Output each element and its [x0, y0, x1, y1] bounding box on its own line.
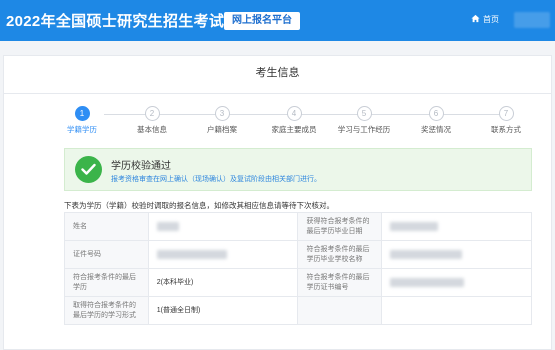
step-label: 联系方式 [491, 125, 521, 134]
name-label: 姓名 [64, 212, 149, 241]
step-label: 学籍学历 [67, 125, 97, 134]
step-number: 3 [214, 106, 230, 121]
step-number: 1 [74, 106, 90, 121]
table-intro-text: 下表为学历（学籍）校验时调取的报名信息，如修改其相应信息请等待下次核对。 [64, 201, 334, 210]
redacted-value [390, 277, 465, 287]
step-number: 4 [286, 106, 302, 121]
step-label: 户籍档案 [207, 125, 237, 134]
platform-badge: 网上报名平台 [224, 12, 300, 30]
step-5[interactable]: 5 学习与工作经历 [334, 106, 394, 135]
table-row: 姓名 获得符合报考条件的最后学历毕业日期 [64, 212, 532, 241]
step-number: 7 [498, 106, 514, 121]
step-7[interactable]: 7 联系方式 [476, 106, 536, 135]
redacted-value [156, 221, 179, 231]
step-3[interactable]: 3 户籍档案 [192, 106, 252, 135]
alert-title: 学历校验通过 [111, 161, 171, 172]
education-info-table: 姓名 获得符合报考条件的最后学历毕业日期 证件号码 符合报考条件的最后学历毕业学… [64, 212, 532, 325]
school-value [381, 240, 532, 269]
step-number: 2 [144, 106, 160, 121]
table-row: 证件号码 符合报考条件的最后学历毕业学校名称 [64, 240, 532, 269]
step-label: 学习与工作经历 [337, 125, 391, 134]
redacted-value [390, 249, 463, 259]
study-mode-label: 取得符合报考条件的最后学历的学习形式 [64, 296, 149, 325]
empty-cell [381, 296, 532, 325]
step-number: 6 [428, 106, 444, 121]
step-label: 家庭主要成员 [271, 125, 317, 134]
step-6[interactable]: 6 奖惩情况 [406, 106, 466, 135]
redacted-value [390, 221, 439, 231]
table-row: 取得符合报考条件的最后学历的学习形式 1(普通全日制) [64, 296, 532, 325]
step-4[interactable]: 4 家庭主要成员 [264, 106, 324, 135]
candidate-info-panel: 考生信息 1 学籍学历 2 基本信息 3 户籍档案 4 家庭主要成员 5 学习与… [3, 55, 552, 350]
step-2[interactable]: 2 基本信息 [122, 106, 182, 135]
home-link-label: 首页 [483, 15, 499, 24]
school-label: 符合报考条件的最后学历毕业学校名称 [297, 240, 383, 269]
verification-success-alert: 学历校验通过 报考资格审查在网上确认（现场确认）及复试阶段由相关部门进行。 [64, 148, 532, 191]
check-circle-icon [75, 156, 102, 183]
top-bar: 2022年全国硕士研究生招生考试 网上报名平台 首页 [0, 0, 555, 41]
name-value [147, 212, 299, 241]
cert-number-value [147, 240, 299, 269]
cert-number-label: 证件号码 [64, 240, 149, 269]
step-1[interactable]: 1 学籍学历 [52, 106, 112, 135]
user-menu-redacted[interactable] [514, 12, 550, 28]
degree-value: 2(本科毕业) [147, 268, 299, 297]
progress-steps: 1 学籍学历 2 基本信息 3 户籍档案 4 家庭主要成员 5 学习与工作经历 … [4, 106, 553, 142]
table-row: 符合报考条件的最后学历 2(本科毕业) 符合报考条件的最后学历证书编号 [64, 268, 532, 297]
home-link[interactable]: 首页 [471, 14, 499, 25]
degree-label: 符合报考条件的最后学历 [64, 268, 149, 297]
step-number: 5 [356, 106, 372, 121]
grad-date-value [381, 212, 532, 241]
step-label: 基本信息 [137, 125, 167, 134]
grad-date-label: 获得符合报考条件的最后学历毕业日期 [297, 212, 383, 241]
panel-title: 考生信息 [4, 56, 551, 94]
empty-cell [297, 296, 383, 325]
home-icon [471, 14, 480, 25]
step-label: 奖惩情况 [421, 125, 451, 134]
alert-note: 报考资格审查在网上确认（现场确认）及复试阶段由相关部门进行。 [111, 176, 321, 183]
study-mode-value: 1(普通全日制) [147, 296, 299, 325]
certificate-value [381, 268, 532, 297]
app-title: 2022年全国硕士研究生招生考试 [6, 13, 225, 30]
redacted-value [156, 249, 227, 259]
certificate-label: 符合报考条件的最后学历证书编号 [297, 268, 383, 297]
